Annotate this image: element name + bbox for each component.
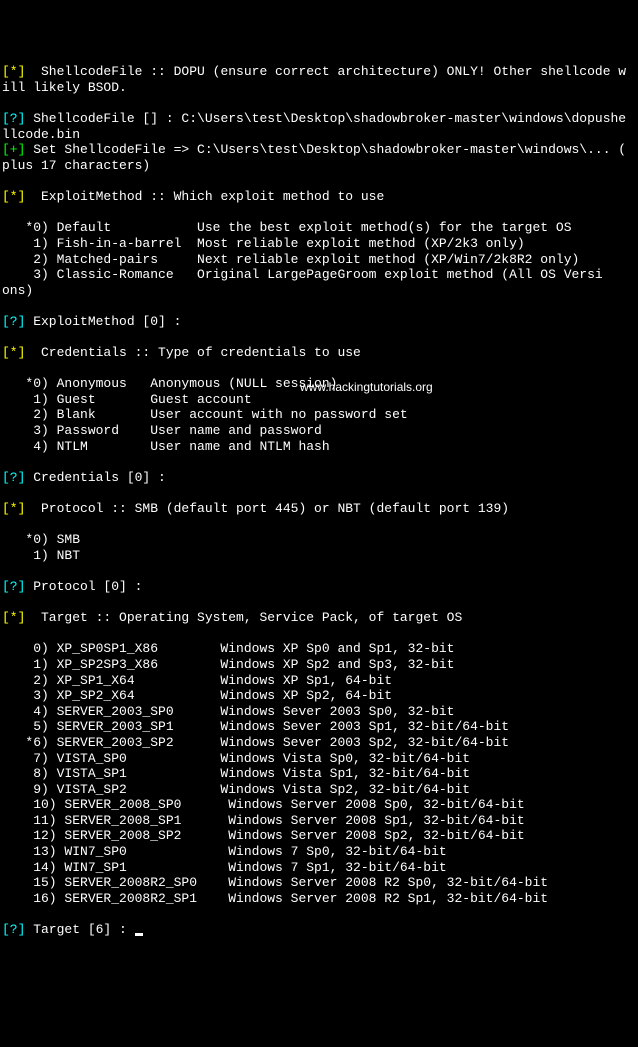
- option-default: *0) Default Use the best exploit method(…: [2, 220, 638, 236]
- watermark: www.hackingtutorials.org: [300, 380, 433, 394]
- target-option: 16) SERVER_2008R2_SP1 Windows Server 200…: [2, 891, 638, 907]
- target-option: 14) WIN7_SP1 Windows 7 Sp1, 32-bit/64-bi…: [2, 860, 638, 876]
- target-option: 4) SERVER_2003_SP0 Windows Sever 2003 Sp…: [2, 704, 638, 720]
- info-marker: [*]: [2, 64, 25, 79]
- target-option: 13) WIN7_SP0 Windows 7 Sp0, 32-bit/64-bi…: [2, 844, 638, 860]
- option-item: 4) NTLM User name and NTLM hash: [2, 439, 638, 455]
- info-marker: [*]: [2, 501, 25, 516]
- prompt-marker: [?]: [2, 470, 25, 485]
- target-option: 8) VISTA_SP1 Windows Vista Sp1, 32-bit/6…: [2, 766, 638, 782]
- target-option: 15) SERVER_2008R2_SP0 Windows Server 200…: [2, 875, 638, 891]
- target-option-default: *6) SERVER_2003_SP2 Windows Sever 2003 S…: [2, 735, 638, 751]
- target-option: 5) SERVER_2003_SP1 Windows Sever 2003 Sp…: [2, 719, 638, 735]
- target-option: 9) VISTA_SP2 Windows Vista Sp2, 32-bit/6…: [2, 782, 638, 798]
- exploit-method-prompt[interactable]: ExploitMethod [0] :: [25, 314, 181, 329]
- target-option: 3) XP_SP2_X64 Windows XP Sp2, 64-bit: [2, 688, 638, 704]
- info-marker: [*]: [2, 610, 25, 625]
- target-option: 12) SERVER_2008_SP2 Windows Server 2008 …: [2, 828, 638, 844]
- option-item: 1) Fish-in-a-barrel Most reliable exploi…: [2, 236, 638, 252]
- target-option: 0) XP_SP0SP1_X86 Windows XP Sp0 and Sp1,…: [2, 641, 638, 657]
- target-option: 7) VISTA_SP0 Windows Vista Sp0, 32-bit/6…: [2, 751, 638, 767]
- terminal-output: [*] ShellcodeFile :: DOPU (ensure correc…: [2, 64, 638, 937]
- cursor-icon: [135, 933, 143, 936]
- info-marker: [*]: [2, 189, 25, 204]
- option-item: 2) Matched-pairs Next reliable exploit m…: [2, 252, 638, 268]
- target-option: 10) SERVER_2008_SP0 Windows Server 2008 …: [2, 797, 638, 813]
- credentials-prompt[interactable]: Credentials [0] :: [25, 470, 165, 485]
- option-default: *0) SMB: [2, 532, 638, 548]
- option-item: 3) Classic-Romance Original LargePageGro…: [2, 267, 638, 283]
- prompt-marker: [?]: [2, 579, 25, 594]
- prompt-marker: [?]: [2, 111, 25, 126]
- success-marker: [+]: [2, 142, 25, 157]
- option-item: 1) NBT: [2, 548, 638, 564]
- target-option: 2) XP_SP1_X64 Windows XP Sp1, 64-bit: [2, 673, 638, 689]
- target-option: 1) XP_SP2SP3_X86 Windows XP Sp2 and Sp3,…: [2, 657, 638, 673]
- target-option: 11) SERVER_2008_SP1 Windows Server 2008 …: [2, 813, 638, 829]
- protocol-prompt[interactable]: Protocol [0] :: [25, 579, 142, 594]
- option-item: 3) Password User name and password: [2, 423, 638, 439]
- target-prompt[interactable]: Target [6] :: [25, 922, 134, 937]
- prompt-marker: [?]: [2, 314, 25, 329]
- option-item: 2) Blank User account with no password s…: [2, 407, 638, 423]
- info-marker: [*]: [2, 345, 25, 360]
- prompt-marker: [?]: [2, 922, 25, 937]
